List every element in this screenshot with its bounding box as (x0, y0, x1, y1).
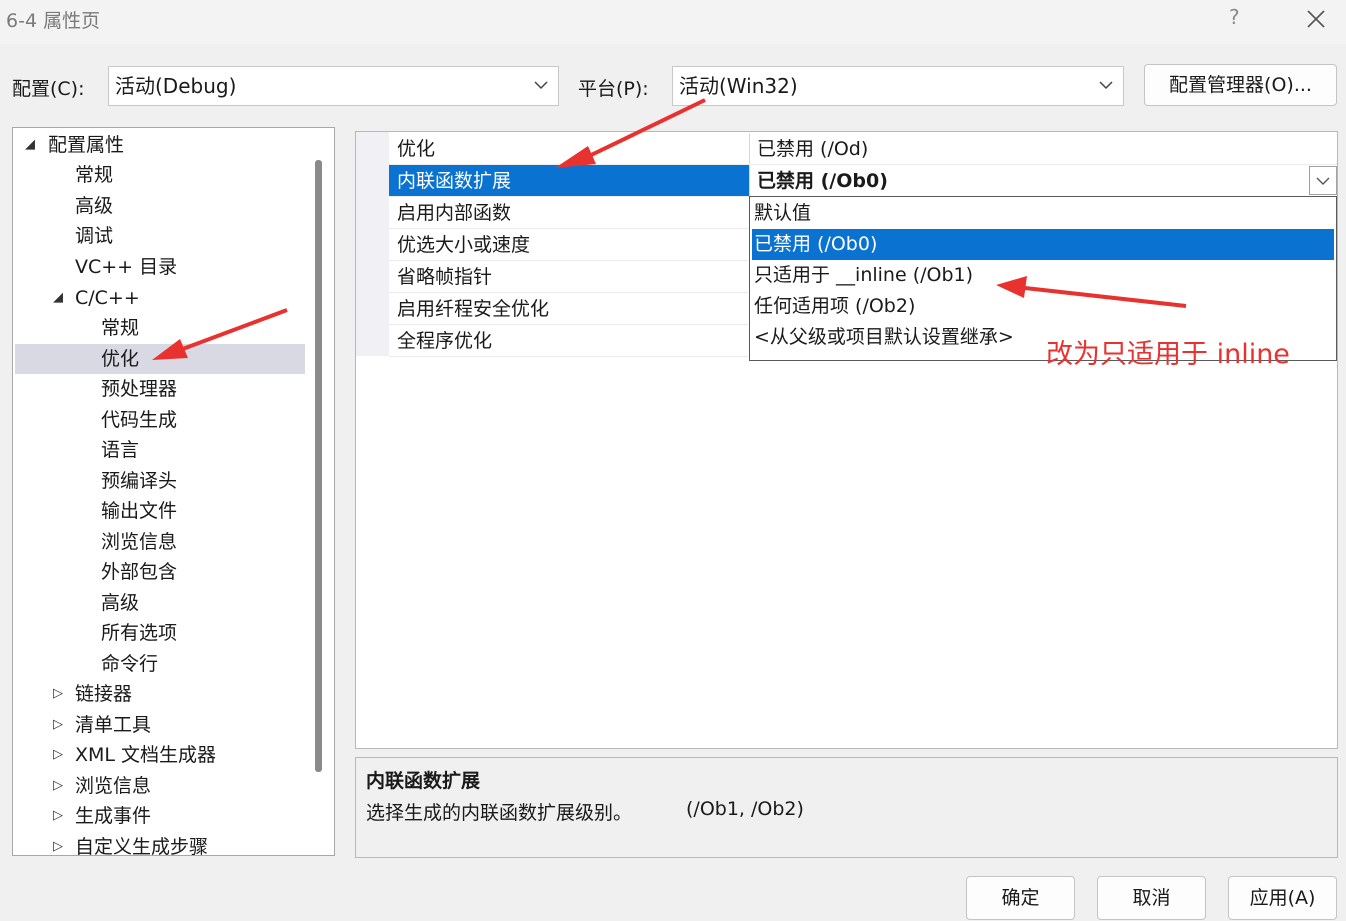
description-text: 选择生成的内联函数扩展级别。 (366, 802, 633, 824)
annotation-note: 改为只适用于 inline (1046, 339, 1290, 370)
description-panel: 内联函数扩展 选择生成的内联函数扩展级别。 (/Ob1, /Ob2) (355, 757, 1338, 858)
annotation-arrow (1024, 286, 1187, 308)
annotation-arrow (584, 98, 706, 160)
annotation-arrowhead (152, 339, 188, 360)
description-title: 内联函数扩展 (366, 770, 481, 792)
annotation-arrowhead (555, 146, 596, 168)
annotation-arrow (179, 308, 288, 352)
annotation-arrowhead (996, 276, 1027, 298)
description-flags: (/Ob1, /Ob2) (686, 798, 804, 820)
cancel-button[interactable]: 取消 (1097, 876, 1206, 920)
ok-button[interactable]: 确定 (966, 876, 1075, 920)
apply-button[interactable]: 应用(A) (1228, 876, 1337, 920)
